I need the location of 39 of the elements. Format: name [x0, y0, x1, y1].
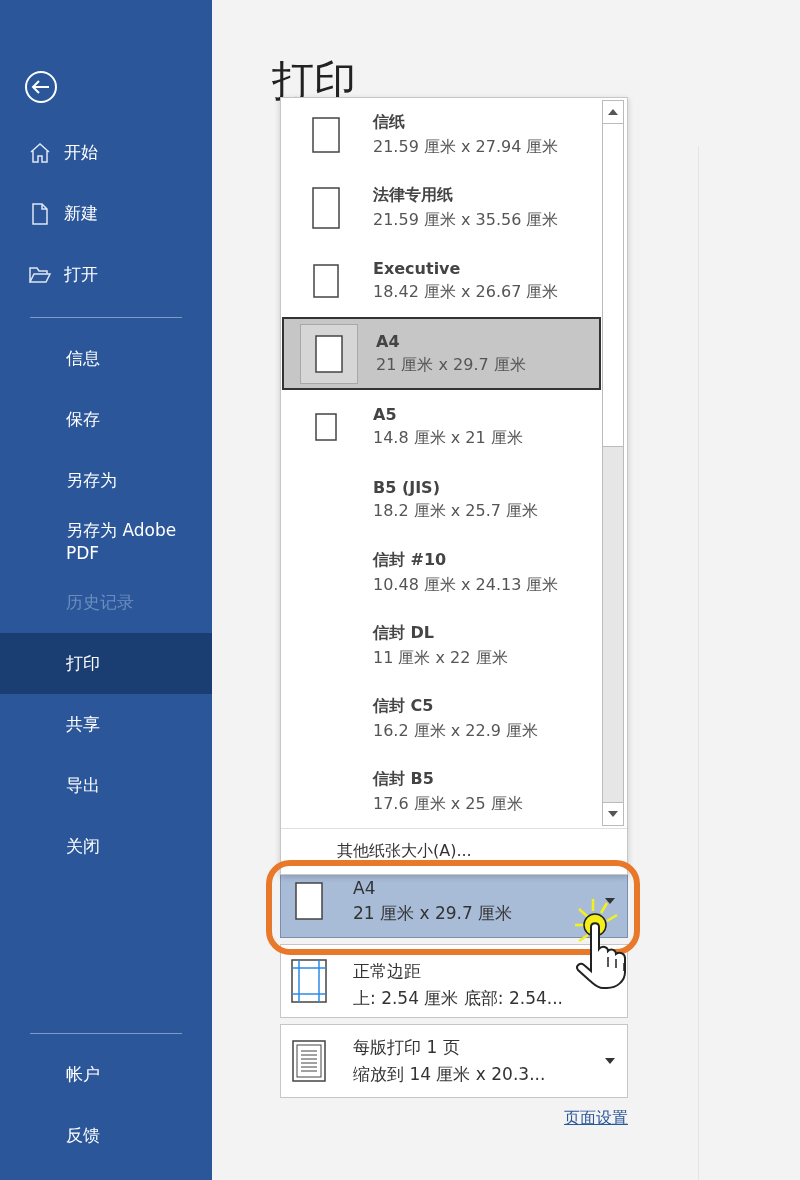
- setting-dropdown[interactable]: 每版打印 1 页 缩放到 14 厘米 x 20.3...: [280, 1024, 628, 1099]
- paper-size-option[interactable]: Executive 18.42 厘米 x 26.67 厘米: [281, 244, 602, 317]
- page-icon: [315, 334, 343, 373]
- sidebar-item[interactable]: 开始: [0, 122, 212, 183]
- up-arrow-icon[interactable]: [608, 109, 618, 115]
- sidebar-item[interactable]: 帐户: [0, 1044, 212, 1105]
- page-icon: [315, 412, 337, 441]
- paper-size-option[interactable]: B5 (JIS) 18.2 厘米 x 25.7 厘米: [281, 463, 602, 536]
- sidebar-item[interactable]: 打印: [0, 633, 212, 694]
- sidebar-item[interactable]: 另存为: [0, 450, 212, 511]
- paper-size-option[interactable]: A5 14.8 厘米 x 21 厘米: [281, 390, 602, 463]
- sidebar-item[interactable]: 保存: [0, 389, 212, 450]
- home-icon: [28, 140, 52, 165]
- down-arrow-icon[interactable]: [608, 811, 618, 817]
- paper-size-option[interactable]: 信封 C5 16.2 厘米 x 22.9 厘米: [281, 682, 602, 755]
- scrollbar[interactable]: [602, 100, 624, 826]
- page-icon: [312, 116, 340, 153]
- sidebar-item[interactable]: 关闭: [0, 816, 212, 877]
- page-icon: [312, 186, 340, 229]
- paper-size-option[interactable]: 信纸 21.59 厘米 x 27.94 厘米: [281, 98, 602, 171]
- caret-icon: [605, 1058, 615, 1065]
- paper-size-option[interactable]: 信封 B5 17.6 厘米 x 25 厘米: [281, 755, 602, 828]
- sidebar-item[interactable]: 另存为 Adobe PDF: [0, 511, 212, 572]
- sidebar-item[interactable]: 打开: [0, 244, 212, 305]
- caret-icon: [605, 898, 615, 905]
- margins-icon: [291, 959, 327, 1004]
- sidebar-item[interactable]: 信息: [0, 328, 212, 389]
- sidebar-item[interactable]: 新建: [0, 183, 212, 244]
- sidebar-item[interactable]: 导出: [0, 755, 212, 816]
- page-icon: [313, 263, 339, 298]
- paper-size-option[interactable]: 信封 #10 10.48 厘米 x 24.13 厘米: [281, 536, 602, 609]
- page-lines-icon: [291, 1040, 327, 1083]
- sidebar-item[interactable]: 反馈: [0, 1105, 212, 1166]
- paper-size-option[interactable]: 法律专用纸 21.59 厘米 x 35.56 厘米: [281, 171, 602, 244]
- paper-size-option[interactable]: A4 21 厘米 x 29.7 厘米: [282, 317, 601, 390]
- back-button[interactable]: [24, 70, 58, 104]
- page-setup-link[interactable]: 页面设置: [564, 1108, 628, 1130]
- paper-size-option[interactable]: 信封 DL 11 厘米 x 22 厘米: [281, 609, 602, 682]
- sidebar-item[interactable]: 共享: [0, 694, 212, 755]
